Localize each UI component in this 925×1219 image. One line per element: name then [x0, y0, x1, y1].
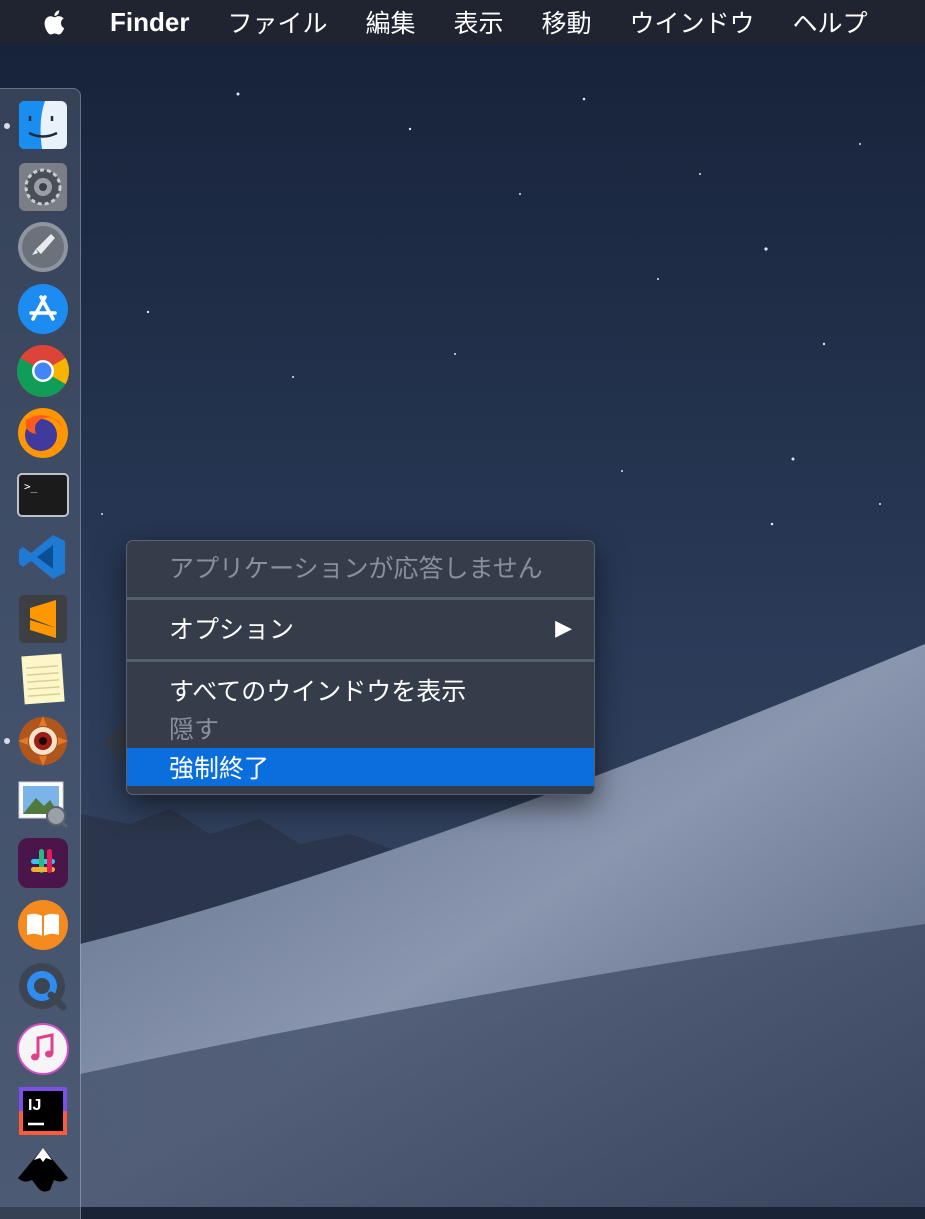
launchpad-icon[interactable] [16, 220, 70, 274]
show-all-windows-label: すべてのウインドウを表示 [169, 677, 467, 706]
vscode-icon[interactable] [16, 530, 70, 584]
sublime-text-icon[interactable] [16, 592, 70, 646]
menu-separator [127, 597, 594, 600]
firefox-icon[interactable] [16, 406, 70, 460]
slack-icon[interactable] [16, 836, 70, 890]
force-quit-menu-item[interactable]: 強制終了 [127, 748, 594, 786]
options-label: オプション [169, 615, 295, 644]
menu-edit[interactable]: 編集 [365, 4, 415, 40]
hide-menu-item[interactable]: 隠す [127, 710, 594, 746]
submenu-arrow-icon: ▶ [555, 615, 572, 641]
menu-window[interactable]: ウインドウ [630, 4, 755, 40]
intellij-label: IJ [28, 1097, 41, 1114]
force-quit-label: 強制終了 [169, 754, 270, 783]
apple-icon[interactable] [38, 5, 72, 39]
finder-running-indicator [4, 123, 10, 129]
inkscape-icon[interactable] [16, 1144, 70, 1198]
dock-context-menu: アプリケーションが応答しません オプション ▶ すべてのウインドウを表示 隠す … [126, 540, 595, 795]
xnview-running-indicator [4, 738, 10, 744]
intellij-icon[interactable]: IJ [16, 1084, 70, 1138]
notes-icon[interactable] [16, 652, 70, 706]
menu-view[interactable]: 表示 [453, 4, 503, 40]
terminal-prompt: >_ [24, 480, 38, 493]
itunes-icon[interactable] [16, 1022, 70, 1076]
menu-bar: Finder ファイル 編集 表示 移動 ウインドウ ヘルプ [0, 0, 925, 44]
app-store-icon[interactable] [16, 282, 70, 336]
menu-help[interactable]: ヘルプ [793, 4, 868, 40]
menu-separator [127, 659, 594, 662]
ibooks-icon[interactable] [16, 898, 70, 952]
menu-go[interactable]: 移動 [542, 4, 592, 40]
not-responding-status: アプリケーションが応答しません [127, 549, 594, 585]
finder-icon[interactable] [16, 98, 70, 152]
terminal-icon[interactable]: >_ [16, 468, 70, 522]
hide-label: 隠す [169, 715, 220, 744]
quicktime-icon[interactable] [16, 960, 70, 1014]
preview-icon[interactable] [16, 776, 70, 830]
xnview-icon[interactable] [16, 714, 70, 768]
menu-app-name[interactable]: Finder [110, 7, 189, 38]
show-all-windows-menu-item[interactable]: すべてのウインドウを表示 [127, 672, 594, 708]
chrome-icon[interactable] [16, 344, 70, 398]
not-responding-label: アプリケーションが応答しません [169, 554, 543, 583]
menu-file[interactable]: ファイル [227, 4, 327, 40]
options-menu-item[interactable]: オプション ▶ [127, 610, 594, 646]
context-menu-pointer [102, 720, 127, 764]
system-preferences-icon[interactable] [16, 160, 70, 214]
